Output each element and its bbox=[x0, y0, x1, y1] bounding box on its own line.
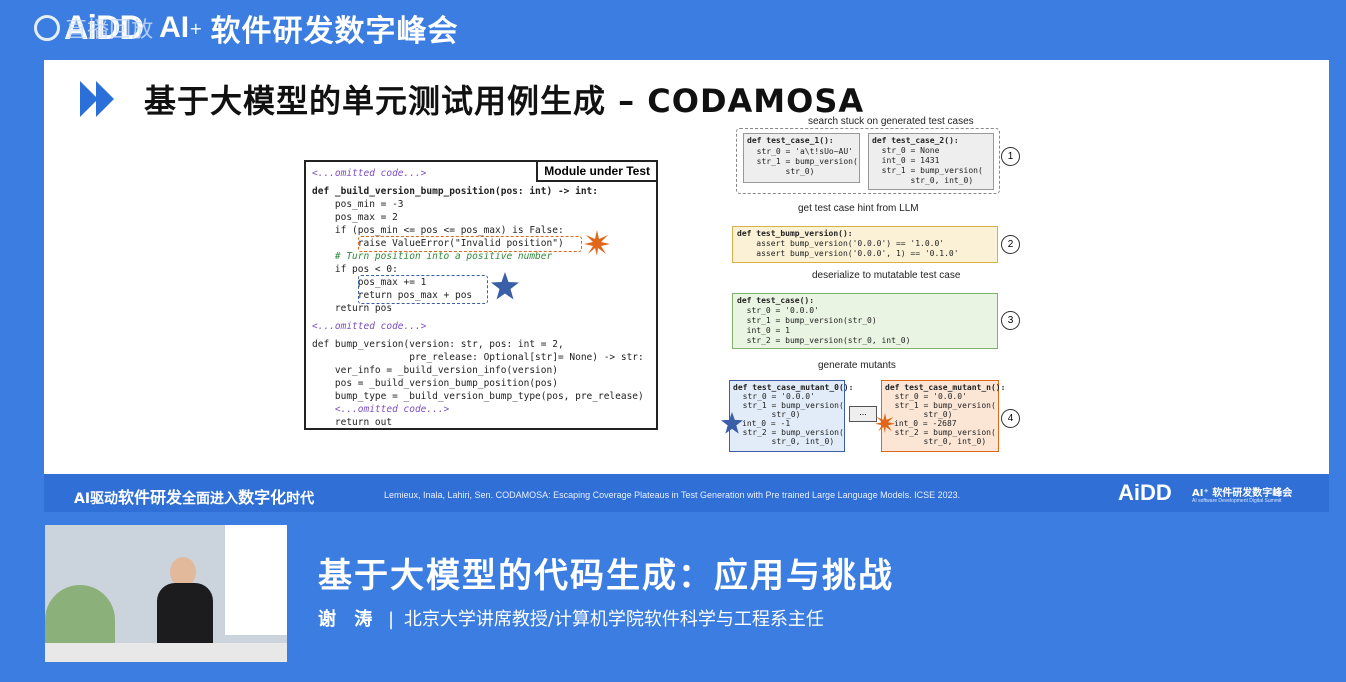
code-line: <...omitted code...> bbox=[312, 404, 450, 415]
deserialize-label: deserialize to mutatable test case bbox=[812, 270, 961, 281]
test-case-2: def test_case_2(): str_0 = None int_0 = … bbox=[868, 133, 994, 190]
footer-logo: AiDD bbox=[1118, 480, 1172, 505]
code-line: int_0 = -1 bbox=[742, 419, 791, 428]
code-line: str_0 = 'a\t!sUo~AU' bbox=[747, 147, 853, 156]
step-1: 1 bbox=[1001, 147, 1020, 166]
module-under-test-code: Module under Test <...omitted code...> d… bbox=[304, 160, 658, 430]
logo-ai: AI bbox=[159, 11, 190, 44]
event-name: 软件研发数字峰会 bbox=[210, 14, 459, 49]
mutant-0: def test_case_mutant_0(): str_0 = '0.0.0… bbox=[729, 380, 853, 452]
code-line: str_1 = bump_version( bbox=[733, 401, 844, 410]
step-2: 2 bbox=[1001, 235, 1020, 254]
step-3: 3 bbox=[1001, 311, 1020, 330]
code-line: str_0 = '0.0.0' bbox=[737, 306, 819, 315]
tagline-part: AI驱动 bbox=[74, 491, 119, 507]
mutant-n: def test_case_mutant_n(): str_0 = '0.0.0… bbox=[881, 380, 1005, 452]
code-line: return pos bbox=[312, 303, 393, 314]
orange-star-icon bbox=[875, 413, 895, 433]
code-line: def _build_version_bump_position(pos: in… bbox=[312, 186, 598, 197]
code-line: assert bump_version('0.0.0') == '1.0.0' bbox=[737, 239, 945, 248]
code-line: def test_case(): bbox=[737, 296, 815, 305]
code-line: if pos < 0: bbox=[312, 264, 398, 275]
code-line: str_0 = None bbox=[872, 146, 940, 155]
slide-footer-bar: AI驱动软件研发全面进入数字化时代 Lemieux, Inala, Lahiri… bbox=[44, 474, 1329, 512]
code-line: def bump_version(version: str, pos: int … bbox=[312, 339, 564, 350]
code-line: str_1 = bump_version(str_0) bbox=[737, 316, 877, 325]
code-line: pre_release: Optional[str]= None) -> str… bbox=[312, 352, 644, 363]
speaker-video[interactable] bbox=[45, 525, 287, 662]
code-line: str_0, int_0) bbox=[872, 176, 974, 185]
mutants-label: generate mutants bbox=[818, 360, 896, 371]
code-line: str_2 = bump_version( bbox=[733, 428, 844, 437]
stuck-label: search stuck on generated test cases bbox=[808, 116, 974, 127]
code-line: bump_type = _build_version_bump_type(pos… bbox=[312, 391, 644, 402]
code-line: int_0 = 1431 bbox=[872, 156, 940, 165]
code-line: str_0) bbox=[733, 410, 801, 419]
test-case-1: def test_case_1(): str_0 = 'a\t!sUo~AU' … bbox=[743, 133, 860, 183]
code-line: # Turn position into a positive number bbox=[312, 251, 553, 262]
code-line: str_0 = '0.0.0' bbox=[885, 392, 967, 401]
slide-title: 基于大模型的单元测试用例生成 – CODAMOSA bbox=[80, 76, 864, 122]
code-line: <...omitted code...> bbox=[312, 321, 427, 332]
citation: Lemieux, Inala, Lahiri, Sen. CODAMOSA: E… bbox=[384, 490, 961, 500]
code-line: str_1 = bump_version( bbox=[747, 157, 858, 166]
code-line: pos_max = 2 bbox=[312, 212, 398, 223]
return-highlight bbox=[358, 275, 488, 304]
code-line: pos = _build_version_bump_position(pos) bbox=[312, 378, 558, 389]
code-line: str_0 = '0.0.0' bbox=[733, 392, 815, 401]
slide bbox=[44, 60, 1329, 474]
tagline-part: 时代 bbox=[286, 491, 315, 507]
code-line: int_0 = -2687 bbox=[894, 419, 957, 428]
tagline: AI驱动软件研发全面进入数字化时代 bbox=[74, 484, 314, 508]
talk-title: 基于大模型的代码生成：应用与挑战 bbox=[318, 556, 894, 596]
footer-logo-sub2: AI software Development Digital Summit bbox=[1192, 498, 1282, 504]
orange-star-icon bbox=[584, 230, 610, 256]
code-line: ver_info = _build_version_info(version) bbox=[312, 365, 558, 376]
module-label: Module under Test bbox=[536, 162, 656, 182]
tagline-part: 全面进入 bbox=[182, 491, 239, 507]
speaker-title: 北京大学讲席教授/计算机学院软件科学与工程系主任 bbox=[403, 609, 824, 630]
code-line: str_2 = bump_version( bbox=[885, 428, 996, 437]
code-line: def test_case_2(): bbox=[872, 136, 959, 145]
code-line: str_0, int_0) bbox=[733, 437, 835, 446]
tagline-part: 数字化 bbox=[238, 488, 287, 507]
speaker-info: 谢 涛 | 北京大学讲席教授/计算机学院软件科学与工程系主任 bbox=[318, 605, 824, 631]
code-line: def test_case_mutant_n(): bbox=[885, 383, 1006, 392]
llm-test-case: def test_bump_version(): assert bump_ver… bbox=[732, 226, 998, 263]
tagline-part: 软件研发 bbox=[118, 488, 183, 507]
code-line: def test_case_mutant_0(): bbox=[733, 383, 854, 392]
video-slide-fragment bbox=[225, 525, 287, 635]
slide-title-text: 基于大模型的单元测试用例生成 – CODAMOSA bbox=[144, 82, 865, 120]
ellipsis-box: ... bbox=[849, 406, 877, 422]
speaker-name: 谢 涛 bbox=[318, 609, 379, 630]
code-line: int_0 = 1 bbox=[737, 326, 790, 335]
replay-icon bbox=[34, 15, 60, 41]
code-line: str_1 = bump_version( bbox=[885, 401, 996, 410]
code-line: <...omitted code...> bbox=[312, 168, 427, 179]
step-4: 4 bbox=[1001, 409, 1020, 428]
hint-label: get test case hint from LLM bbox=[798, 203, 919, 214]
code-line: str_0) bbox=[747, 167, 815, 176]
blue-star-icon bbox=[491, 272, 519, 300]
replay-label: 直播回放 bbox=[65, 18, 154, 43]
double-arrow-icon bbox=[80, 81, 114, 117]
footer-logo-sub: AI⁺ 软件研发数字峰会 bbox=[1192, 488, 1293, 499]
code-line: str_0, int_0) bbox=[885, 437, 987, 446]
blue-star-icon bbox=[721, 412, 743, 434]
raise-highlight bbox=[358, 236, 582, 252]
code-line: str_1 = bump_version( bbox=[872, 166, 983, 175]
code-line: return out bbox=[312, 417, 393, 428]
code-line: def test_case_1(): bbox=[747, 136, 834, 145]
code-line: assert bump_version('0.0.0', 1) == '0.1.… bbox=[737, 249, 959, 258]
code-line: if (pos_min <= pos <= pos_max) is False: bbox=[312, 225, 564, 236]
mutatable-test-case: def test_case(): str_0 = '0.0.0' str_1 =… bbox=[732, 293, 998, 349]
code-line: def test_bump_version(): bbox=[737, 229, 853, 238]
code-line: pos_min = -3 bbox=[312, 199, 404, 210]
code-line: str_2 = bump_version(str_0, int_0) bbox=[737, 336, 911, 345]
separator: | bbox=[388, 609, 395, 630]
logo-sup: + bbox=[189, 18, 203, 38]
code-line: str_0) bbox=[885, 410, 953, 419]
stage-floor bbox=[45, 643, 287, 662]
event-logo: AiDD 直播回放 AI + 软件研发数字峰会 bbox=[34, 8, 459, 49]
